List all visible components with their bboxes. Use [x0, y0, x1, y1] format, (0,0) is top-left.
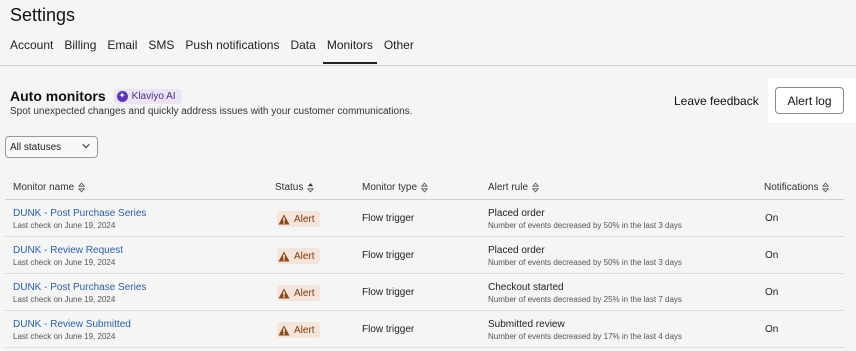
status-badge: Alert [277, 248, 320, 264]
table-row[interactable]: DUNK - Review Request Last check on June… [5, 237, 844, 274]
column-header-status[interactable]: Status [275, 182, 315, 193]
status-filter-select[interactable]: All statuses [5, 136, 98, 158]
chevron-down-icon [82, 144, 90, 149]
last-check-text: Last check on June 19, 2024 [13, 221, 116, 230]
sort-icon [421, 182, 429, 193]
tab-other[interactable]: Other [384, 38, 414, 64]
tab-account[interactable]: Account [10, 38, 53, 64]
alert-rule: Placed order [488, 245, 545, 256]
alert-rule-detail: Number of events decreased by 50% in the… [488, 258, 682, 267]
alert-rule-detail: Number of events decreased by 17% in the… [488, 332, 682, 341]
settings-tabs: Account Billing Email SMS Push notificat… [10, 38, 425, 64]
section-title: Auto monitors [10, 88, 106, 104]
tab-sms[interactable]: SMS [148, 38, 174, 64]
sort-icon [78, 182, 86, 193]
tab-push-notifications[interactable]: Push notifications [185, 38, 279, 64]
status-filter-value: All statuses [10, 141, 62, 153]
monitor-name-link[interactable]: DUNK - Post Purchase Series [13, 282, 146, 293]
alert-rule: Placed order [488, 208, 545, 219]
notifications-status: On [765, 213, 779, 224]
column-header-monitor-name[interactable]: Monitor name [13, 182, 86, 193]
notifications-status: On [765, 324, 779, 335]
last-check-text: Last check on June 19, 2024 [13, 295, 116, 304]
alert-rule: Submitted review [488, 319, 565, 330]
notifications-status: On [765, 287, 779, 298]
sparkle-icon: ✦ [116, 90, 128, 102]
sort-icon [822, 182, 830, 193]
warning-icon [278, 214, 290, 224]
warning-icon [278, 251, 290, 261]
status-badge: Alert [277, 211, 320, 227]
warning-icon [278, 325, 290, 335]
page-title: Settings [10, 5, 76, 25]
table-row[interactable]: DUNK - Post Purchase Series Last check o… [5, 274, 844, 311]
monitor-name-link[interactable]: DUNK - Post Purchase Series [13, 208, 146, 219]
alert-rule-detail: Number of events decreased by 50% in the… [488, 221, 682, 230]
sort-icon [532, 182, 540, 193]
status-badge: Alert [277, 322, 320, 338]
tab-data[interactable]: Data [290, 38, 315, 64]
monitor-type: Flow trigger [362, 250, 415, 261]
table-row[interactable]: DUNK - Post Purchase Series Last check o… [5, 200, 844, 237]
section-description: Spot unexpected changes and quickly addr… [10, 106, 413, 117]
column-header-alert-rule[interactable]: Alert rule [488, 182, 540, 193]
tabs-divider [0, 65, 856, 66]
monitor-type: Flow trigger [362, 287, 415, 298]
last-check-text: Last check on June 19, 2024 [13, 332, 116, 341]
last-check-text: Last check on June 19, 2024 [13, 258, 116, 267]
tab-billing[interactable]: Billing [64, 38, 96, 64]
section-heading: Auto monitors ✦ Klaviyo AI [10, 88, 182, 104]
status-label: Alert [294, 287, 315, 299]
status-label: Alert [294, 213, 315, 225]
tab-email[interactable]: Email [107, 38, 137, 64]
monitor-type: Flow trigger [362, 213, 415, 224]
monitor-name-link[interactable]: DUNK - Review Submitted [13, 319, 131, 330]
warning-icon [278, 288, 290, 298]
sort-active-icon [307, 183, 315, 193]
ai-badge: ✦ Klaviyo AI [113, 88, 182, 104]
tab-monitors[interactable]: Monitors [322, 38, 377, 64]
status-label: Alert [294, 324, 315, 336]
table-row[interactable]: DUNK - Review Submitted Last check on Ju… [5, 311, 844, 348]
notifications-status: On [765, 250, 779, 261]
ai-badge-label: Klaviyo AI [131, 90, 176, 102]
status-badge: Alert [277, 285, 320, 301]
alert-rule: Checkout started [488, 282, 564, 293]
status-label: Alert [294, 250, 315, 262]
settings-page: Settings Account Billing Email SMS Push … [0, 0, 856, 351]
monitor-name-link[interactable]: DUNK - Review Request [13, 245, 123, 256]
leave-feedback-link[interactable]: Leave feedback [674, 94, 759, 108]
column-header-notifications[interactable]: Notifications [764, 182, 830, 193]
monitor-type: Flow trigger [362, 324, 415, 335]
alert-rule-detail: Number of events decreased by 25% in the… [488, 295, 682, 304]
alert-log-button[interactable]: Alert log [775, 87, 844, 114]
column-header-monitor-type[interactable]: Monitor type [362, 182, 429, 193]
